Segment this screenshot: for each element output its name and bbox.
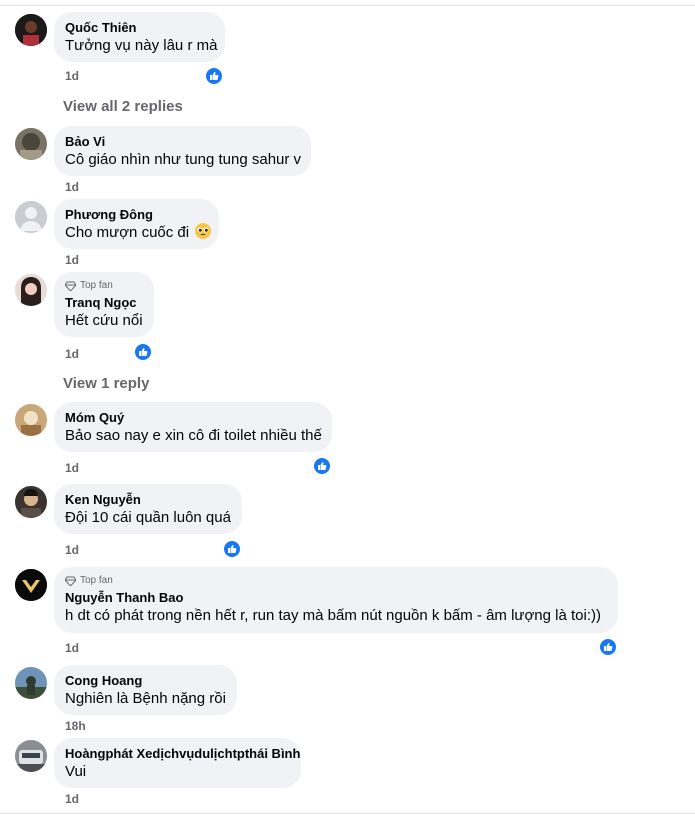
comment-bubble: Móm Quý Bảo sao nay e xin cô đi toilet n…: [54, 402, 332, 452]
comment-text: Nghiên là Bệnh nặng rồi: [65, 690, 226, 707]
comment-time[interactable]: 1d: [65, 641, 79, 655]
avatar[interactable]: [15, 486, 47, 518]
comment-text: Cho mượn cuốc đi: [65, 223, 212, 243]
comment-author[interactable]: Nguyễn Thanh Bao: [65, 589, 606, 606]
like-reaction[interactable]: [222, 539, 242, 559]
thumbs-up-icon: [210, 72, 219, 80]
top-fan-badge[interactable]: Top fan: [65, 279, 142, 292]
view-replies-link[interactable]: View 1 reply: [63, 375, 149, 392]
avatar[interactable]: [15, 404, 47, 436]
badge-label: Top fan: [80, 280, 113, 291]
like-reaction[interactable]: [204, 66, 224, 86]
thumbs-up-icon: [604, 643, 613, 651]
comment-author[interactable]: Ken Nguyễn: [65, 491, 230, 508]
comment-bubble: Top fan Nguyễn Thanh Bao h dt có phát tr…: [54, 567, 618, 633]
comment-time[interactable]: 1d: [65, 253, 79, 267]
comment-author[interactable]: Phương Đông: [65, 206, 207, 223]
diamond-icon: [65, 281, 76, 291]
avatar[interactable]: [15, 274, 47, 306]
comment-time[interactable]: 1d: [65, 347, 79, 361]
like-reaction[interactable]: [598, 637, 618, 657]
comment-time[interactable]: 1d: [65, 543, 79, 557]
comment-bubble: Bảo Vi Cô giáo nhìn như tung tung sahur …: [54, 126, 311, 176]
avatar[interactable]: [15, 740, 47, 772]
comment-text: Tưởng vụ này lâu r mà: [65, 37, 218, 54]
comment-time[interactable]: 1d: [65, 180, 79, 194]
comment-time[interactable]: 18h: [65, 719, 86, 733]
comment-author[interactable]: Quốc Thiên: [65, 19, 213, 36]
comment-text-content: Cho mượn cuốc đi: [65, 224, 190, 241]
avatar[interactable]: [15, 14, 47, 46]
comment-bubble: Phương Đông Cho mượn cuốc đi: [54, 199, 219, 249]
like-reaction[interactable]: [133, 342, 153, 362]
comment-time[interactable]: 1d: [65, 792, 79, 806]
comment-text: Cô giáo nhìn như tung tung sahur v: [65, 151, 302, 168]
comment-text: Hết cứu nổi: [65, 312, 143, 329]
comment-bubble: Top fan Tranq Ngọc Hết cứu nổi: [54, 272, 154, 337]
comment-author[interactable]: Cong Hoang: [65, 672, 225, 689]
avatar[interactable]: [15, 201, 47, 233]
comment-bubble: Ken Nguyễn Đội 10 cái quần luôn quá: [54, 484, 242, 534]
comment-author[interactable]: Tranq Ngọc: [65, 294, 142, 311]
bottom-divider: [0, 813, 695, 814]
comment-text: Bảo sao nay e xin cô đi toilet nhiều thế: [65, 427, 322, 444]
comment-bubble: Quốc Thiên Tưởng vụ này lâu r mà: [54, 12, 225, 62]
comment-time[interactable]: 1d: [65, 461, 79, 475]
comment-author[interactable]: Hoàngphát Xedịchvụdulịchtpthái Bình: [65, 745, 300, 762]
badge-label: Top fan: [80, 575, 113, 586]
comment-author[interactable]: Móm Quý: [65, 409, 320, 426]
comment-bubble: Hoàngphát Xedịchvụdulịchtpthái Bình Vui: [54, 738, 301, 788]
thumbs-up-icon: [318, 462, 327, 470]
diamond-icon: [65, 576, 76, 586]
comment-text: Vui: [65, 763, 87, 780]
like-reaction[interactable]: [312, 456, 332, 476]
comment-author[interactable]: Bảo Vi: [65, 133, 299, 150]
comment-time[interactable]: 1d: [65, 69, 79, 83]
pleading-face-emoji: [195, 223, 212, 239]
avatar[interactable]: [15, 667, 47, 699]
avatar[interactable]: [15, 128, 47, 160]
thumbs-up-icon: [228, 545, 237, 553]
view-replies-link[interactable]: View all 2 replies: [63, 98, 183, 115]
top-divider: [0, 5, 695, 6]
comment-bubble: Cong Hoang Nghiên là Bệnh nặng rồi: [54, 665, 237, 715]
avatar[interactable]: [15, 569, 47, 601]
thumbs-up-icon: [139, 348, 148, 356]
top-fan-badge[interactable]: Top fan: [65, 574, 606, 587]
comment-text: h dt có phát trong nền hết r, run tay mà…: [65, 607, 601, 624]
comment-text: Đội 10 cái quần luôn quá: [65, 509, 231, 526]
